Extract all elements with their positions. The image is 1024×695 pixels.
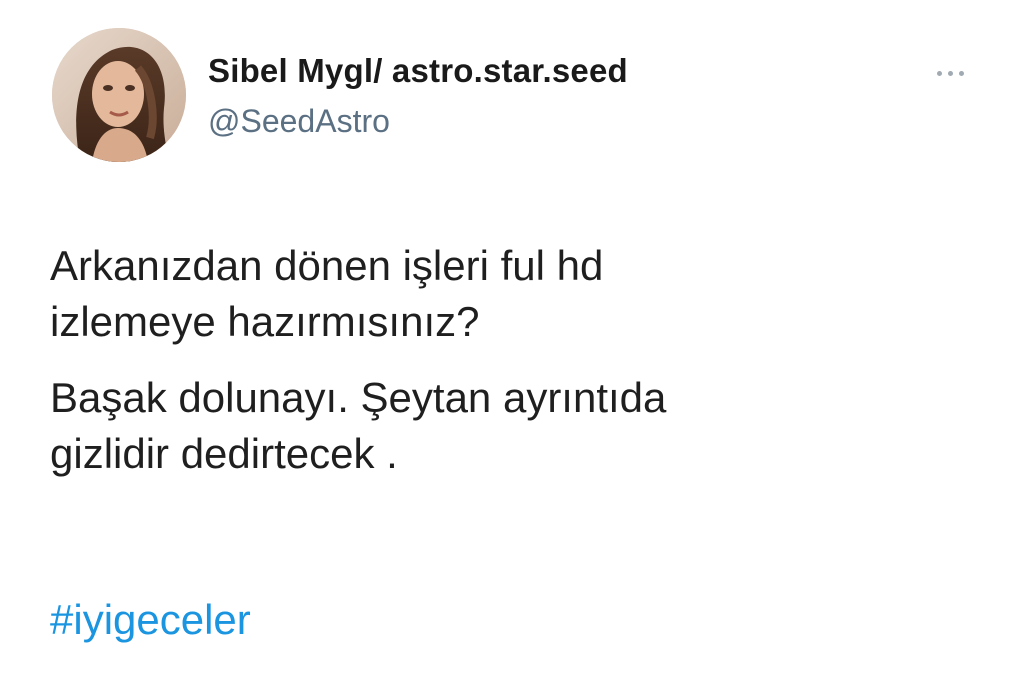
- tweet-line: gizlidir dedirtecek .: [50, 430, 398, 477]
- tweet-paragraph-2: Başak dolunayı. Şeytan ayrıntıda gizlidi…: [50, 370, 990, 482]
- more-options-icon[interactable]: [924, 58, 976, 88]
- tweet-line: Arkanızdan dönen işleri ful hd: [50, 242, 604, 289]
- avatar-photo: [52, 28, 186, 162]
- tweet-paragraph-1: Arkanızdan dönen işleri ful hd izlemeye …: [50, 238, 990, 350]
- more-dot: [936, 70, 942, 76]
- tweet-line: Başak dolunayı. Şeytan ayrıntıda: [50, 374, 667, 421]
- avatar[interactable]: [52, 28, 186, 162]
- more-dot: [958, 70, 964, 76]
- author-display-name[interactable]: Sibel Mygl/ astro.star.seed: [208, 52, 628, 90]
- more-dot: [947, 70, 953, 76]
- author-handle[interactable]: @SeedAstro: [208, 103, 390, 140]
- hashtag-link[interactable]: #iyigeceler: [50, 596, 251, 644]
- tweet-line: izlemeye hazırmısınız?: [50, 298, 480, 345]
- tweet-card: Sibel Mygl/ astro.star.seed @SeedAstro A…: [0, 0, 1024, 695]
- tweet-text: Arkanızdan dönen işleri ful hd izlemeye …: [50, 238, 990, 482]
